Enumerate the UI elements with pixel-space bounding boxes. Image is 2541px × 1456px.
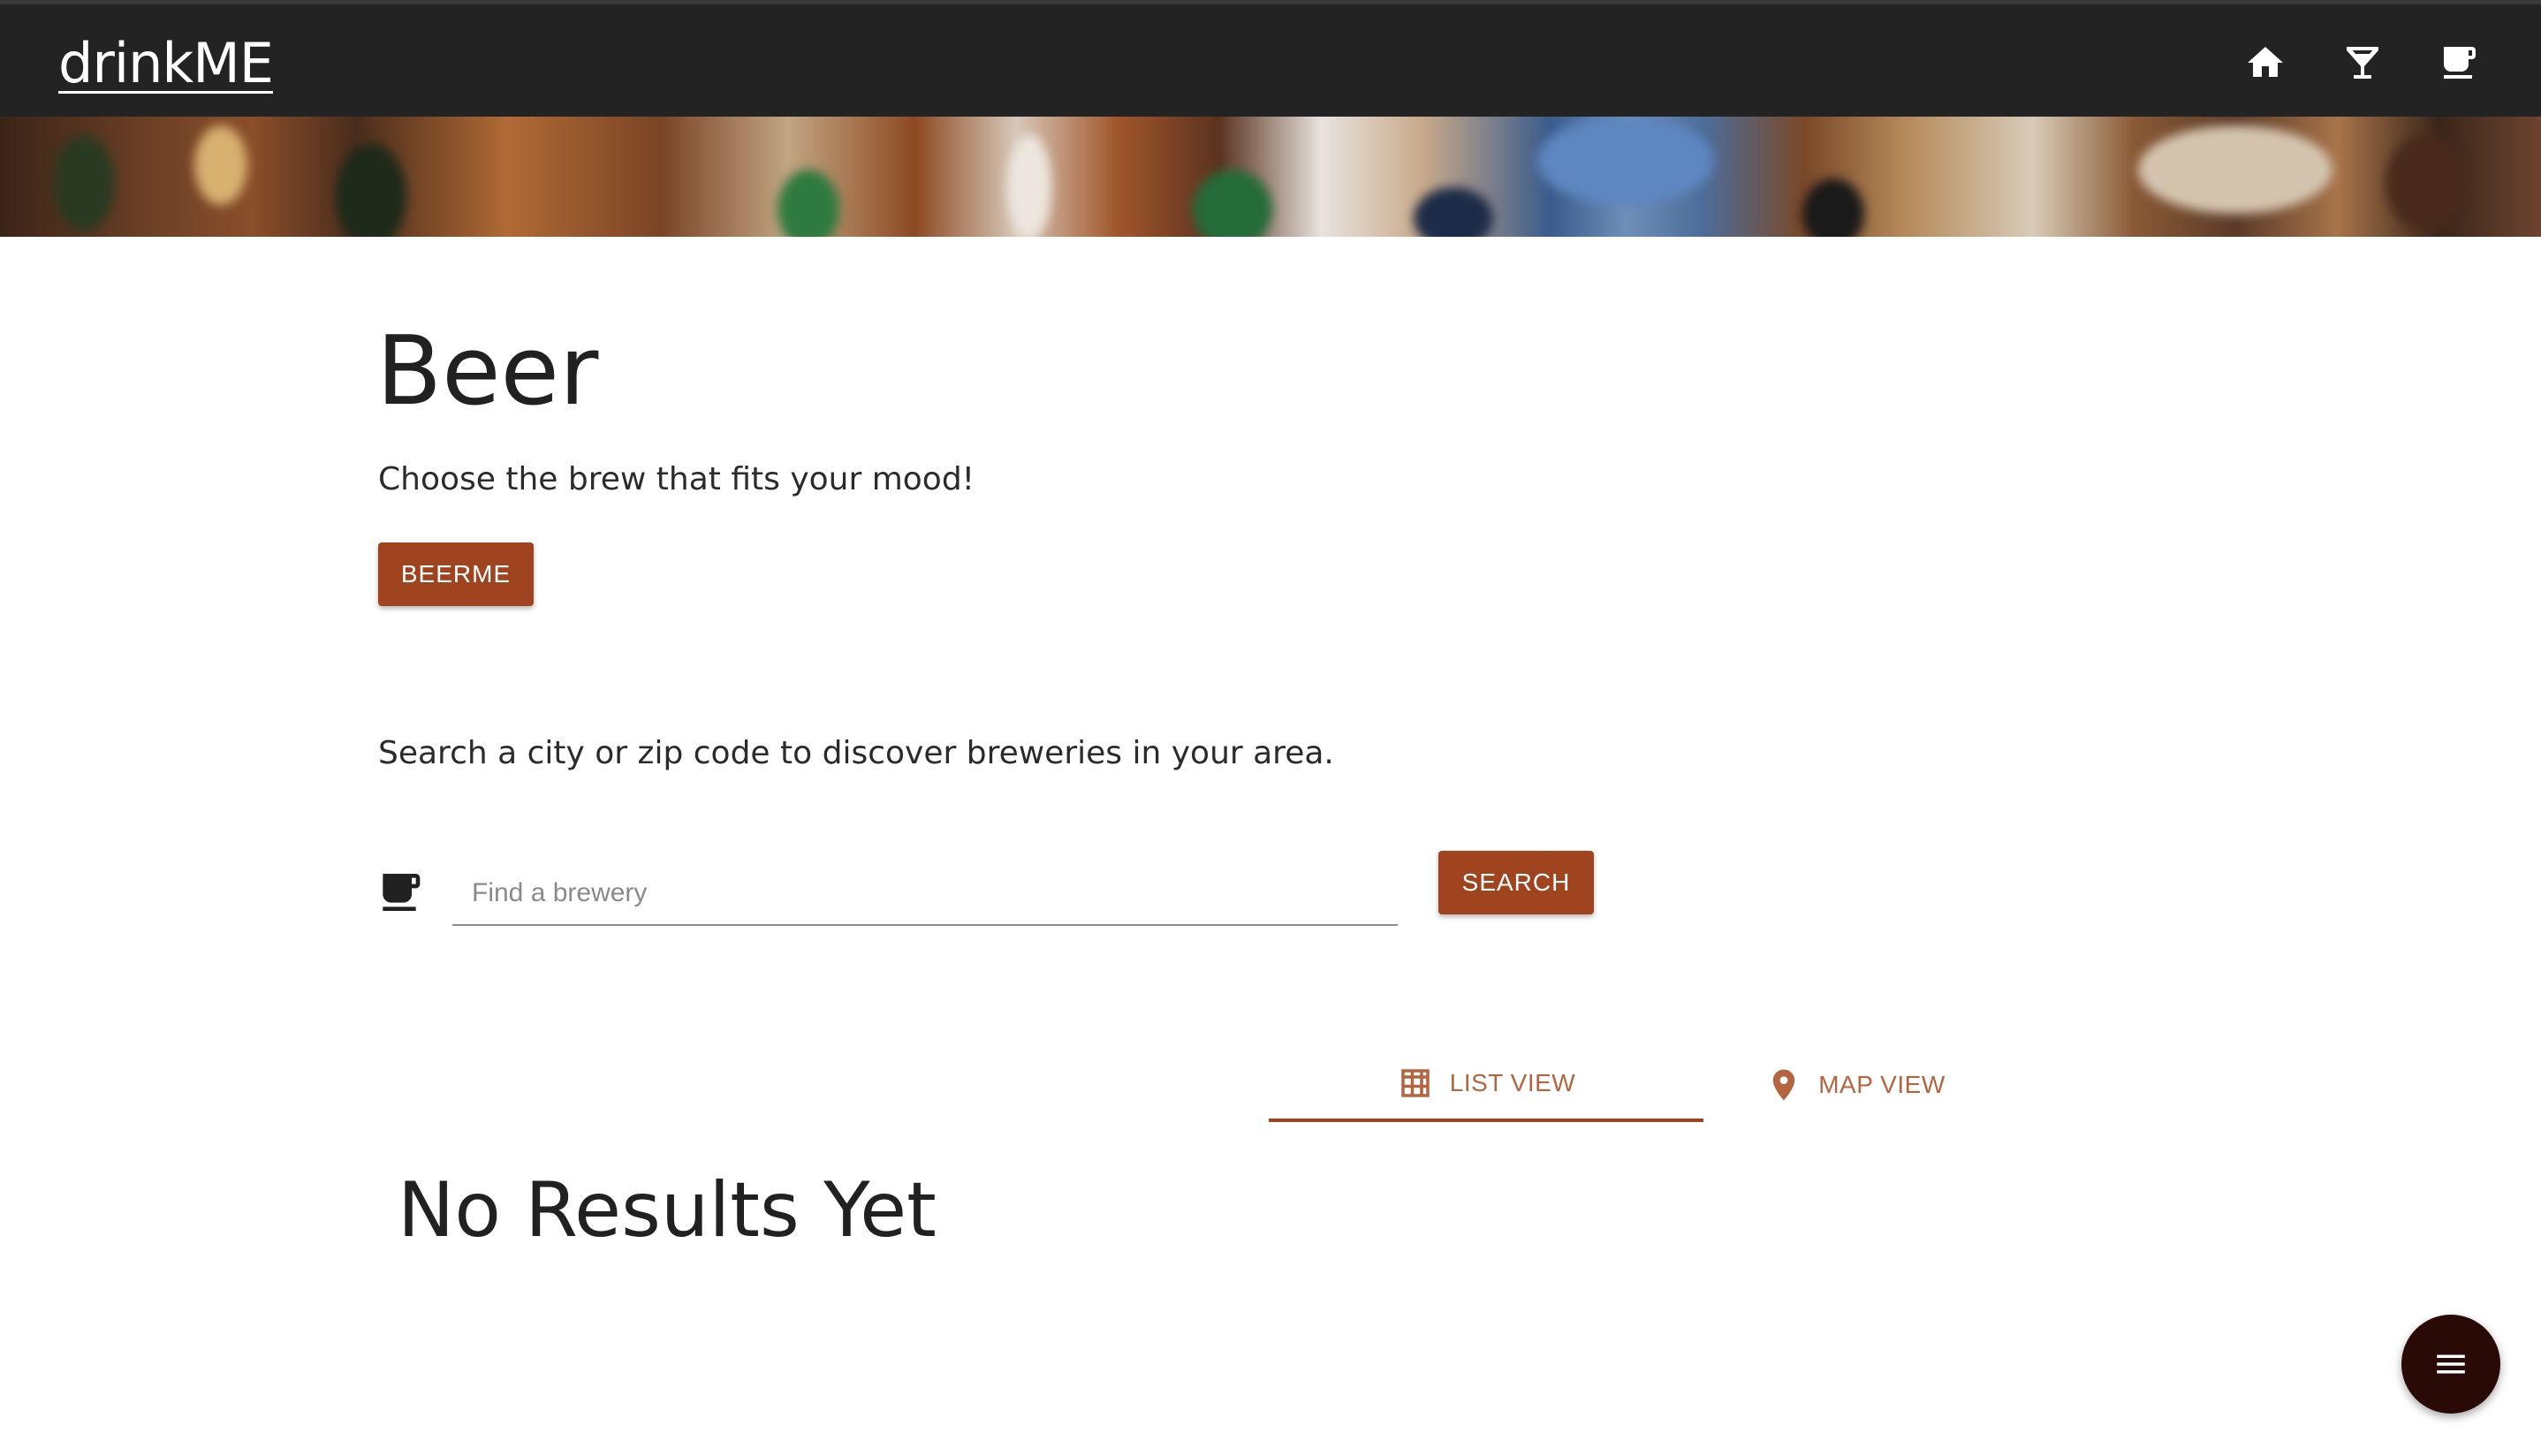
beerme-button[interactable]: BEERME [378, 542, 534, 606]
search-instructions: Search a city or zip code to discover br… [378, 735, 1334, 771]
menu-icon [2437, 1354, 2465, 1374]
coffee-mug-icon[interactable] [2437, 42, 2479, 84]
brand-logo-link[interactable]: drinkME [58, 31, 274, 95]
page-subtitle: Choose the brew that fits your mood! [378, 461, 975, 497]
hero-banner-image [0, 117, 2541, 237]
cocktail-icon[interactable] [2341, 42, 2384, 84]
tab-label: MAP VIEW [1818, 1071, 1946, 1098]
grid-icon [1401, 1069, 1430, 1097]
search-button[interactable]: SEARCH [1438, 851, 1594, 914]
empty-results-message: No Results Yet [398, 1166, 937, 1255]
tab-map-view[interactable]: MAP VIEW [1732, 1048, 1979, 1122]
tab-list-view[interactable]: LIST VIEW [1269, 1048, 1703, 1122]
map-pin-icon [1772, 1069, 1795, 1101]
top-app-bar: drinkME [0, 0, 2541, 117]
brewery-search-input[interactable] [452, 862, 1398, 926]
page-title: Beer [376, 316, 599, 427]
coffee-mug-icon [375, 868, 424, 917]
tab-label: LIST VIEW [1449, 1069, 1576, 1096]
home-icon[interactable] [2244, 42, 2287, 84]
menu-fab-button[interactable] [2401, 1315, 2500, 1414]
